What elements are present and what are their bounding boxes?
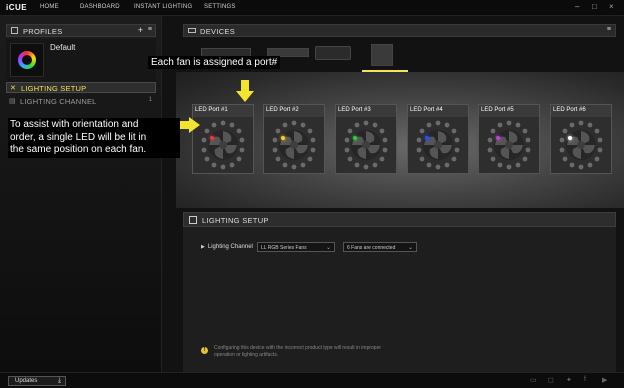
led-indicator <box>210 136 214 140</box>
fan-icon <box>559 120 603 170</box>
annotation-led-callout: To assist with orientation and order, a … <box>8 118 180 158</box>
annotation-line: the same position on each fan. <box>10 144 147 155</box>
fan-label: LED Port #2 <box>266 107 299 113</box>
wrench-icon: ✕ <box>10 85 16 92</box>
lighting-channel-count: 1 <box>148 97 152 103</box>
download-icon: ⤓ <box>57 377 61 384</box>
fan-icon <box>344 120 388 170</box>
fan-card-port-6[interactable]: LED Port #6 <box>550 104 612 174</box>
led-indicator <box>353 136 357 140</box>
fan-body <box>479 117 539 173</box>
warning-icon: ! <box>201 347 208 354</box>
lighting-channel-item[interactable]: ▤ LIGHTING CHANNEL 1 <box>6 96 156 107</box>
annotation-port-callout: Each fan is assigned a port# <box>148 56 281 69</box>
fan-body <box>264 117 324 173</box>
lighting-setup-label: LIGHTING SETUP <box>21 84 87 93</box>
fan-body <box>551 117 611 173</box>
fan-label: LED Port #6 <box>553 107 586 113</box>
lighting-channel-toggle[interactable]: Lighting Channel <box>201 244 253 250</box>
lighting-channel-label: LIGHTING CHANNEL <box>20 97 97 106</box>
profile-card-default[interactable]: Default <box>6 39 156 83</box>
devices-menu-icon[interactable]: ≡ <box>607 26 611 33</box>
rgb-ring-icon <box>18 51 36 69</box>
fan-icon <box>416 120 460 170</box>
fan-card-port-5[interactable]: LED Port #5 <box>478 104 540 174</box>
arrow-right-icon <box>178 117 200 133</box>
fan-card-port-4[interactable]: LED Port #4 <box>407 104 469 174</box>
lighting-setup-panel: LIGHTING SETUP Lighting Channel LL RGB S… <box>183 212 616 372</box>
fan-body <box>408 117 468 173</box>
updates-label: Updates <box>15 378 38 384</box>
lighting-setup-header: LIGHTING SETUP <box>183 212 616 227</box>
warning-text: Configuring this device with the incorre… <box>214 345 382 358</box>
fan-body <box>336 117 396 173</box>
annotation-line: To assist with orientation and <box>10 119 139 130</box>
chat-icon[interactable]: ▭ <box>530 376 537 384</box>
device-controller-thumb[interactable] <box>371 44 393 66</box>
fan-type-select[interactable]: LL RGB Series Fans ⌄ <box>257 242 335 252</box>
nav-home[interactable]: HOME <box>40 4 59 10</box>
edit-icon <box>189 216 197 224</box>
updates-button[interactable]: Updates ⤓ <box>8 376 66 386</box>
fan-icon <box>272 120 316 170</box>
chevron-down-icon: ⌄ <box>407 245 413 251</box>
fan-icon <box>201 120 245 170</box>
lighting-setup-title: LIGHTING SETUP <box>202 216 269 225</box>
profile-name: Default <box>50 43 76 52</box>
profiles-title: PROFILES <box>23 27 63 36</box>
led-indicator <box>568 136 572 140</box>
fan-card-port-1[interactable]: LED Port #1 <box>192 104 254 174</box>
led-indicator <box>425 136 429 140</box>
nav-dashboard[interactable]: DASHBOARD <box>80 4 120 10</box>
nav-settings[interactable]: SETTINGS <box>204 4 236 10</box>
fan-body <box>193 117 253 173</box>
minimize-button[interactable]: – <box>575 2 579 11</box>
add-profile-button[interactable]: + <box>138 25 143 35</box>
keyboard-icon <box>188 28 196 33</box>
profiles-icon <box>11 27 18 34</box>
arrow-down-icon <box>236 80 254 102</box>
nav-instant-lighting[interactable]: INSTANT LIGHTING <box>134 4 192 10</box>
close-button[interactable]: × <box>609 2 614 11</box>
fan-icon <box>487 120 531 170</box>
led-indicator <box>496 136 500 140</box>
device-mousepad-thumb[interactable] <box>315 46 351 60</box>
facebook-icon[interactable]: f <box>584 376 586 383</box>
lighting-setup-item[interactable]: ✕ LIGHTING SETUP <box>6 82 156 93</box>
status-bar: Updates ⤓ ▭ ◻ ✦ f ▶ <box>0 372 624 388</box>
fan-count-value: 6 Fans are connected <box>347 245 396 251</box>
fan-type-value: LL RGB Series Fans <box>261 245 307 251</box>
fan-label: LED Port #1 <box>195 107 228 113</box>
profiles-header: PROFILES + ≡ <box>6 24 156 37</box>
youtube-icon[interactable]: ▶ <box>602 376 607 384</box>
profiles-panel: PROFILES + ≡ Default ✕ LIGHTING SETUP ▤ … <box>0 16 162 372</box>
devices-title: DEVICES <box>200 27 236 36</box>
fan-label: LED Port #4 <box>410 107 443 113</box>
fan-label: LED Port #3 <box>338 107 371 113</box>
chevron-down-icon: ⌄ <box>325 245 331 251</box>
fan-card-port-3[interactable]: LED Port #3 <box>335 104 397 174</box>
profile-thumbnail <box>10 43 44 77</box>
channel-icon: ▤ <box>9 98 16 105</box>
fan-count-select[interactable]: 6 Fans are connected ⌄ <box>343 242 417 252</box>
forum-icon[interactable]: ◻ <box>548 376 554 384</box>
devices-header: DEVICES ≡ <box>183 24 616 37</box>
maximize-button[interactable]: □ <box>592 2 597 11</box>
led-indicator <box>281 136 285 140</box>
top-nav-bar: iCUE HOME DASHBOARD INSTANT LIGHTING SET… <box>0 0 624 16</box>
annotation-line: order, a single LED will be lit in <box>10 131 147 143</box>
fan-card-port-2[interactable]: LED Port #2 <box>263 104 325 174</box>
profiles-menu-icon[interactable]: ≡ <box>148 26 152 33</box>
fan-label: LED Port #5 <box>481 107 514 113</box>
app-logo: iCUE <box>6 3 28 12</box>
twitter-icon[interactable]: ✦ <box>566 376 572 384</box>
